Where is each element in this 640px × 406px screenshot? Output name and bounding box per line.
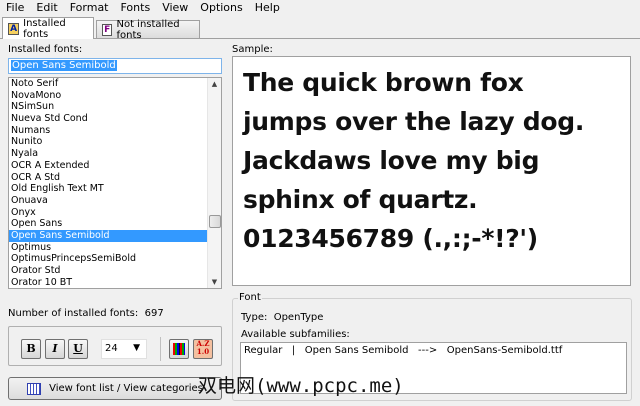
format-toolbar: B I U 24 ▼ A.Z 1.0 [8,326,222,366]
menu-view[interactable]: View [156,0,194,16]
scroll-down-icon[interactable]: ▼ [208,276,221,288]
search-value: Open Sans Semibold [11,60,117,71]
installed-fonts-label: Installed fonts: [8,44,83,55]
tab-installed-fonts[interactable]: A Installed fonts [2,17,94,40]
subfamilies-label: Available subfamilies: [241,329,350,340]
tab-label: Not installed fonts [116,18,180,41]
font-list-item[interactable]: Open Sans [9,218,207,230]
sample-preview: The quick brown fox jumps over the lazy … [232,56,631,286]
tab-strip: A Installed fonts F Not installed fonts [0,17,640,41]
subfamily-item[interactable]: Regular | Open Sans Semibold ---> OpenSa… [244,345,623,356]
font-list-item[interactable]: Numans [9,125,207,137]
font-size-value: 24 [105,343,118,354]
tab-not-installed-fonts[interactable]: F Not installed fonts [96,18,200,41]
sample-label: Sample: [232,44,273,55]
scroll-thumb[interactable] [209,215,221,228]
font-list-item[interactable]: Nyala [9,148,207,160]
list-icon [27,382,42,395]
font-list-item[interactable]: NSimSun [9,101,207,113]
menu-fonts[interactable]: Fonts [115,0,157,16]
font-list-item[interactable]: Onuava [9,195,207,207]
list-scrollbar[interactable]: ▲ ▼ [207,78,221,288]
installed-fonts-icon: A [8,22,20,35]
font-list-item[interactable]: Optimus [9,242,207,254]
scroll-up-icon[interactable]: ▲ [208,78,221,90]
font-count-value: 697 [144,308,164,319]
toolbar-divider [160,337,161,361]
chevron-down-icon: ▼ [133,343,140,353]
sample-line: jumps over the lazy dog. [243,107,585,136]
font-list-item[interactable]: Nunito [9,136,207,148]
font-list-item[interactable]: NovaMono [9,90,207,102]
type-label: Type: [241,312,268,323]
font-count: Number of installed fonts: 697 [8,308,164,319]
underline-button[interactable]: U [68,339,88,359]
sample-line: 0123456789 (.,:;-*!?') [243,224,538,253]
type-value: OpenType [273,312,324,323]
font-size-select[interactable]: 24 ▼ [101,339,147,359]
font-list-item[interactable]: OptimusPrincepsSemiBold [9,253,207,265]
sample-line: The quick brown fox [243,68,524,97]
view-button-label: View font list / View categories [49,383,203,394]
font-list-item[interactable]: Onyx [9,207,207,219]
font-group-legend: Font [238,292,262,303]
font-list[interactable]: Noto Serif NovaMono NSimSun Nueva Std Cond N… [8,77,222,289]
sample-line: sphinx of quartz. [243,185,478,214]
menu-edit[interactable]: Edit [30,0,63,16]
font-list-item[interactable]: OCR A Extended [9,160,207,172]
view-font-list-button[interactable]: View font list / View categories [8,377,222,400]
font-list-item[interactable]: Nueva Std Cond [9,113,207,125]
color-grid-icon [173,343,185,355]
bold-button[interactable]: B [21,339,41,359]
italic-button[interactable]: I [45,339,65,359]
font-list-item[interactable]: Orator Std [9,265,207,277]
sort-az-button[interactable]: A.Z 1.0 [193,339,213,359]
font-list-item[interactable]: Old English Text MT [9,183,207,195]
menu-bar: File Edit Format Fonts View Options Help [0,0,640,16]
font-list-item[interactable]: OCR A Std [9,172,207,184]
font-list-item[interactable]: Noto Serif [9,78,207,90]
tab-label: Installed fonts [23,17,66,40]
sample-line: Jackdaws love my big [243,146,540,175]
menu-format[interactable]: Format [64,0,115,16]
font-list-item[interactable]: Orator 10 BT [9,277,207,288]
font-type: Type: OpenType [241,312,323,323]
font-count-label: Number of installed fonts: [8,308,139,319]
menu-options[interactable]: Options [194,0,248,16]
sort-az-icon: A.Z 1.0 [196,339,210,356]
color-grid-button[interactable] [169,339,189,359]
font-search-input[interactable]: Open Sans Semibold [8,58,222,74]
font-list-item[interactable]: Open Sans Semibold [9,229,207,242]
menu-help[interactable]: Help [249,0,286,16]
menu-file[interactable]: File [0,0,30,16]
not-installed-fonts-icon: F [102,23,113,36]
watermark: 双电网(www.pcpc.me) [198,375,404,397]
